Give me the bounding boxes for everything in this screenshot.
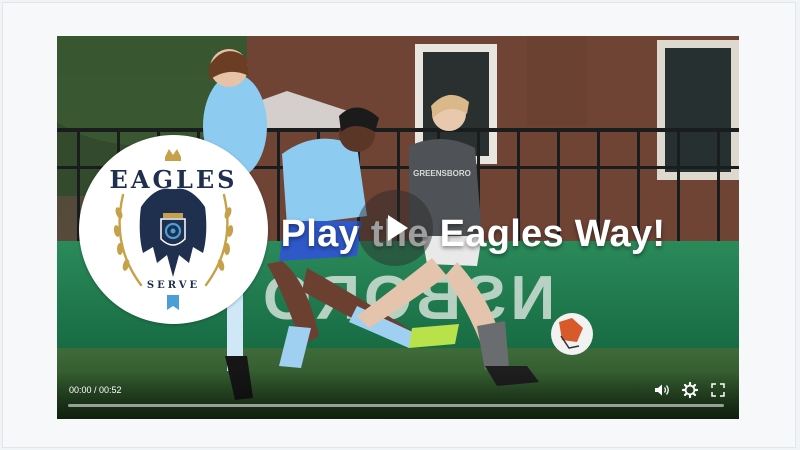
video-controls: 00:00 / 00:52 <box>57 371 739 419</box>
logo-tagline: SERVE <box>146 280 201 291</box>
eagles-serve-logo: EAGLES SERVE <box>79 135 268 324</box>
svg-text:GREENSBORO: GREENSBORO <box>413 169 471 178</box>
progress-bar[interactable] <box>68 404 724 407</box>
play-icon <box>388 215 408 241</box>
fullscreen-icon[interactable] <box>709 381 727 399</box>
logo-wordmark: EAGLES <box>109 165 238 194</box>
time-display: 00:00 / 00:52 <box>69 385 122 395</box>
page: NSBORO GREENSBORO <box>0 0 800 450</box>
play-button[interactable] <box>357 190 433 266</box>
eagle-crest-icon <box>113 149 234 310</box>
video-headline: Play the Eagles Way! <box>280 213 666 255</box>
gear-icon[interactable] <box>681 381 699 399</box>
volume-icon[interactable] <box>653 381 671 399</box>
video-player[interactable]: NSBORO GREENSBORO <box>57 36 739 419</box>
